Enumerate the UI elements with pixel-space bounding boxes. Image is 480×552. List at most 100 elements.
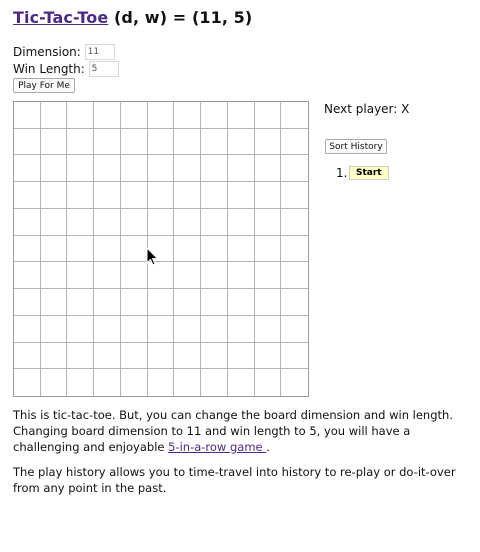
- board-cell[interactable]: [147, 369, 175, 396]
- board-cell[interactable]: [94, 315, 121, 343]
- board-cell[interactable]: [174, 208, 202, 236]
- board-cell[interactable]: [281, 102, 308, 129]
- board-cell[interactable]: [254, 315, 282, 343]
- board-cell[interactable]: [254, 235, 282, 263]
- board-cell[interactable]: [120, 208, 148, 236]
- dimension-input[interactable]: [84, 44, 115, 60]
- board-cell[interactable]: [201, 155, 228, 183]
- board-cell[interactable]: [94, 128, 121, 156]
- win-length-input[interactable]: [88, 61, 119, 77]
- board-cell[interactable]: [14, 342, 41, 370]
- board-cell[interactable]: [120, 289, 148, 316]
- history-start-button[interactable]: Start: [349, 166, 389, 180]
- board-cell[interactable]: [254, 342, 282, 370]
- board-cell[interactable]: [120, 369, 148, 396]
- board-cell[interactable]: [147, 342, 175, 370]
- board-cell[interactable]: [254, 182, 282, 209]
- board-cell[interactable]: [174, 262, 202, 290]
- board-cell[interactable]: [67, 182, 95, 209]
- board-cell[interactable]: [40, 102, 68, 129]
- board-cell[interactable]: [227, 155, 255, 183]
- board-cell[interactable]: [201, 262, 228, 290]
- board-cell[interactable]: [227, 262, 255, 290]
- board-cell[interactable]: [227, 289, 255, 316]
- board-cell[interactable]: [281, 289, 308, 316]
- board-cell[interactable]: [174, 102, 202, 129]
- board-cell[interactable]: [14, 155, 41, 183]
- board-cell[interactable]: [227, 102, 255, 129]
- board-cell[interactable]: [174, 128, 202, 156]
- board-cell[interactable]: [227, 342, 255, 370]
- board-cell[interactable]: [40, 369, 68, 396]
- board-cell[interactable]: [14, 262, 41, 290]
- board-cell[interactable]: [14, 235, 41, 263]
- board-cell[interactable]: [147, 289, 175, 316]
- board-cell[interactable]: [94, 369, 121, 396]
- board-cell[interactable]: [120, 155, 148, 183]
- board-cell[interactable]: [147, 315, 175, 343]
- board-cell[interactable]: [67, 262, 95, 290]
- board-cell[interactable]: [94, 262, 121, 290]
- board-cell[interactable]: [281, 262, 308, 290]
- board-cell[interactable]: [94, 208, 121, 236]
- board-cell[interactable]: [67, 208, 95, 236]
- board-cell[interactable]: [254, 155, 282, 183]
- board-cell[interactable]: [14, 128, 41, 156]
- board-cell[interactable]: [40, 235, 68, 263]
- board-cell[interactable]: [94, 235, 121, 263]
- board-cell[interactable]: [40, 315, 68, 343]
- board-cell[interactable]: [147, 182, 175, 209]
- board-cell[interactable]: [254, 369, 282, 396]
- board-cell[interactable]: [227, 235, 255, 263]
- board-cell[interactable]: [254, 289, 282, 316]
- board-cell[interactable]: [147, 208, 175, 236]
- board-cell[interactable]: [201, 128, 228, 156]
- board-cell[interactable]: [201, 235, 228, 263]
- board-cell[interactable]: [201, 208, 228, 236]
- board-cell[interactable]: [281, 128, 308, 156]
- board-cell[interactable]: [174, 369, 202, 396]
- board-cell[interactable]: [227, 208, 255, 236]
- board-cell[interactable]: [201, 315, 228, 343]
- board-cell[interactable]: [120, 128, 148, 156]
- board-cell[interactable]: [174, 182, 202, 209]
- board-cell[interactable]: [174, 289, 202, 316]
- board-cell[interactable]: [281, 369, 308, 396]
- board-cell[interactable]: [281, 208, 308, 236]
- board-cell[interactable]: [281, 235, 308, 263]
- board-cell[interactable]: [227, 182, 255, 209]
- title-link[interactable]: Tic-Tac-Toe: [13, 8, 108, 27]
- board-cell[interactable]: [40, 182, 68, 209]
- board-cell[interactable]: [174, 235, 202, 263]
- board-cell[interactable]: [201, 342, 228, 370]
- board-cell[interactable]: [281, 155, 308, 183]
- board-cell[interactable]: [281, 315, 308, 343]
- board-cell[interactable]: [14, 208, 41, 236]
- board-cell[interactable]: [174, 315, 202, 343]
- board-cell[interactable]: [94, 155, 121, 183]
- board-cell[interactable]: [40, 342, 68, 370]
- board-cell[interactable]: [227, 369, 255, 396]
- board-cell[interactable]: [281, 182, 308, 209]
- board-cell[interactable]: [67, 102, 95, 129]
- board-cell[interactable]: [147, 155, 175, 183]
- board-cell[interactable]: [67, 155, 95, 183]
- board-cell[interactable]: [14, 182, 41, 209]
- board-cell[interactable]: [120, 342, 148, 370]
- board-cell[interactable]: [14, 315, 41, 343]
- board-cell[interactable]: [254, 208, 282, 236]
- board-cell[interactable]: [67, 128, 95, 156]
- board-cell[interactable]: [120, 102, 148, 129]
- board-cell[interactable]: [254, 128, 282, 156]
- board-cell[interactable]: [254, 262, 282, 290]
- board-cell[interactable]: [94, 289, 121, 316]
- board-cell[interactable]: [174, 342, 202, 370]
- board-cell[interactable]: [147, 102, 175, 129]
- board-cell[interactable]: [254, 102, 282, 129]
- board-cell[interactable]: [67, 342, 95, 370]
- board-cell[interactable]: [120, 182, 148, 209]
- board-cell[interactable]: [94, 342, 121, 370]
- board-cell[interactable]: [67, 369, 95, 396]
- board-cell[interactable]: [120, 315, 148, 343]
- five-in-a-row-link[interactable]: 5-in-a-row game: [168, 440, 266, 454]
